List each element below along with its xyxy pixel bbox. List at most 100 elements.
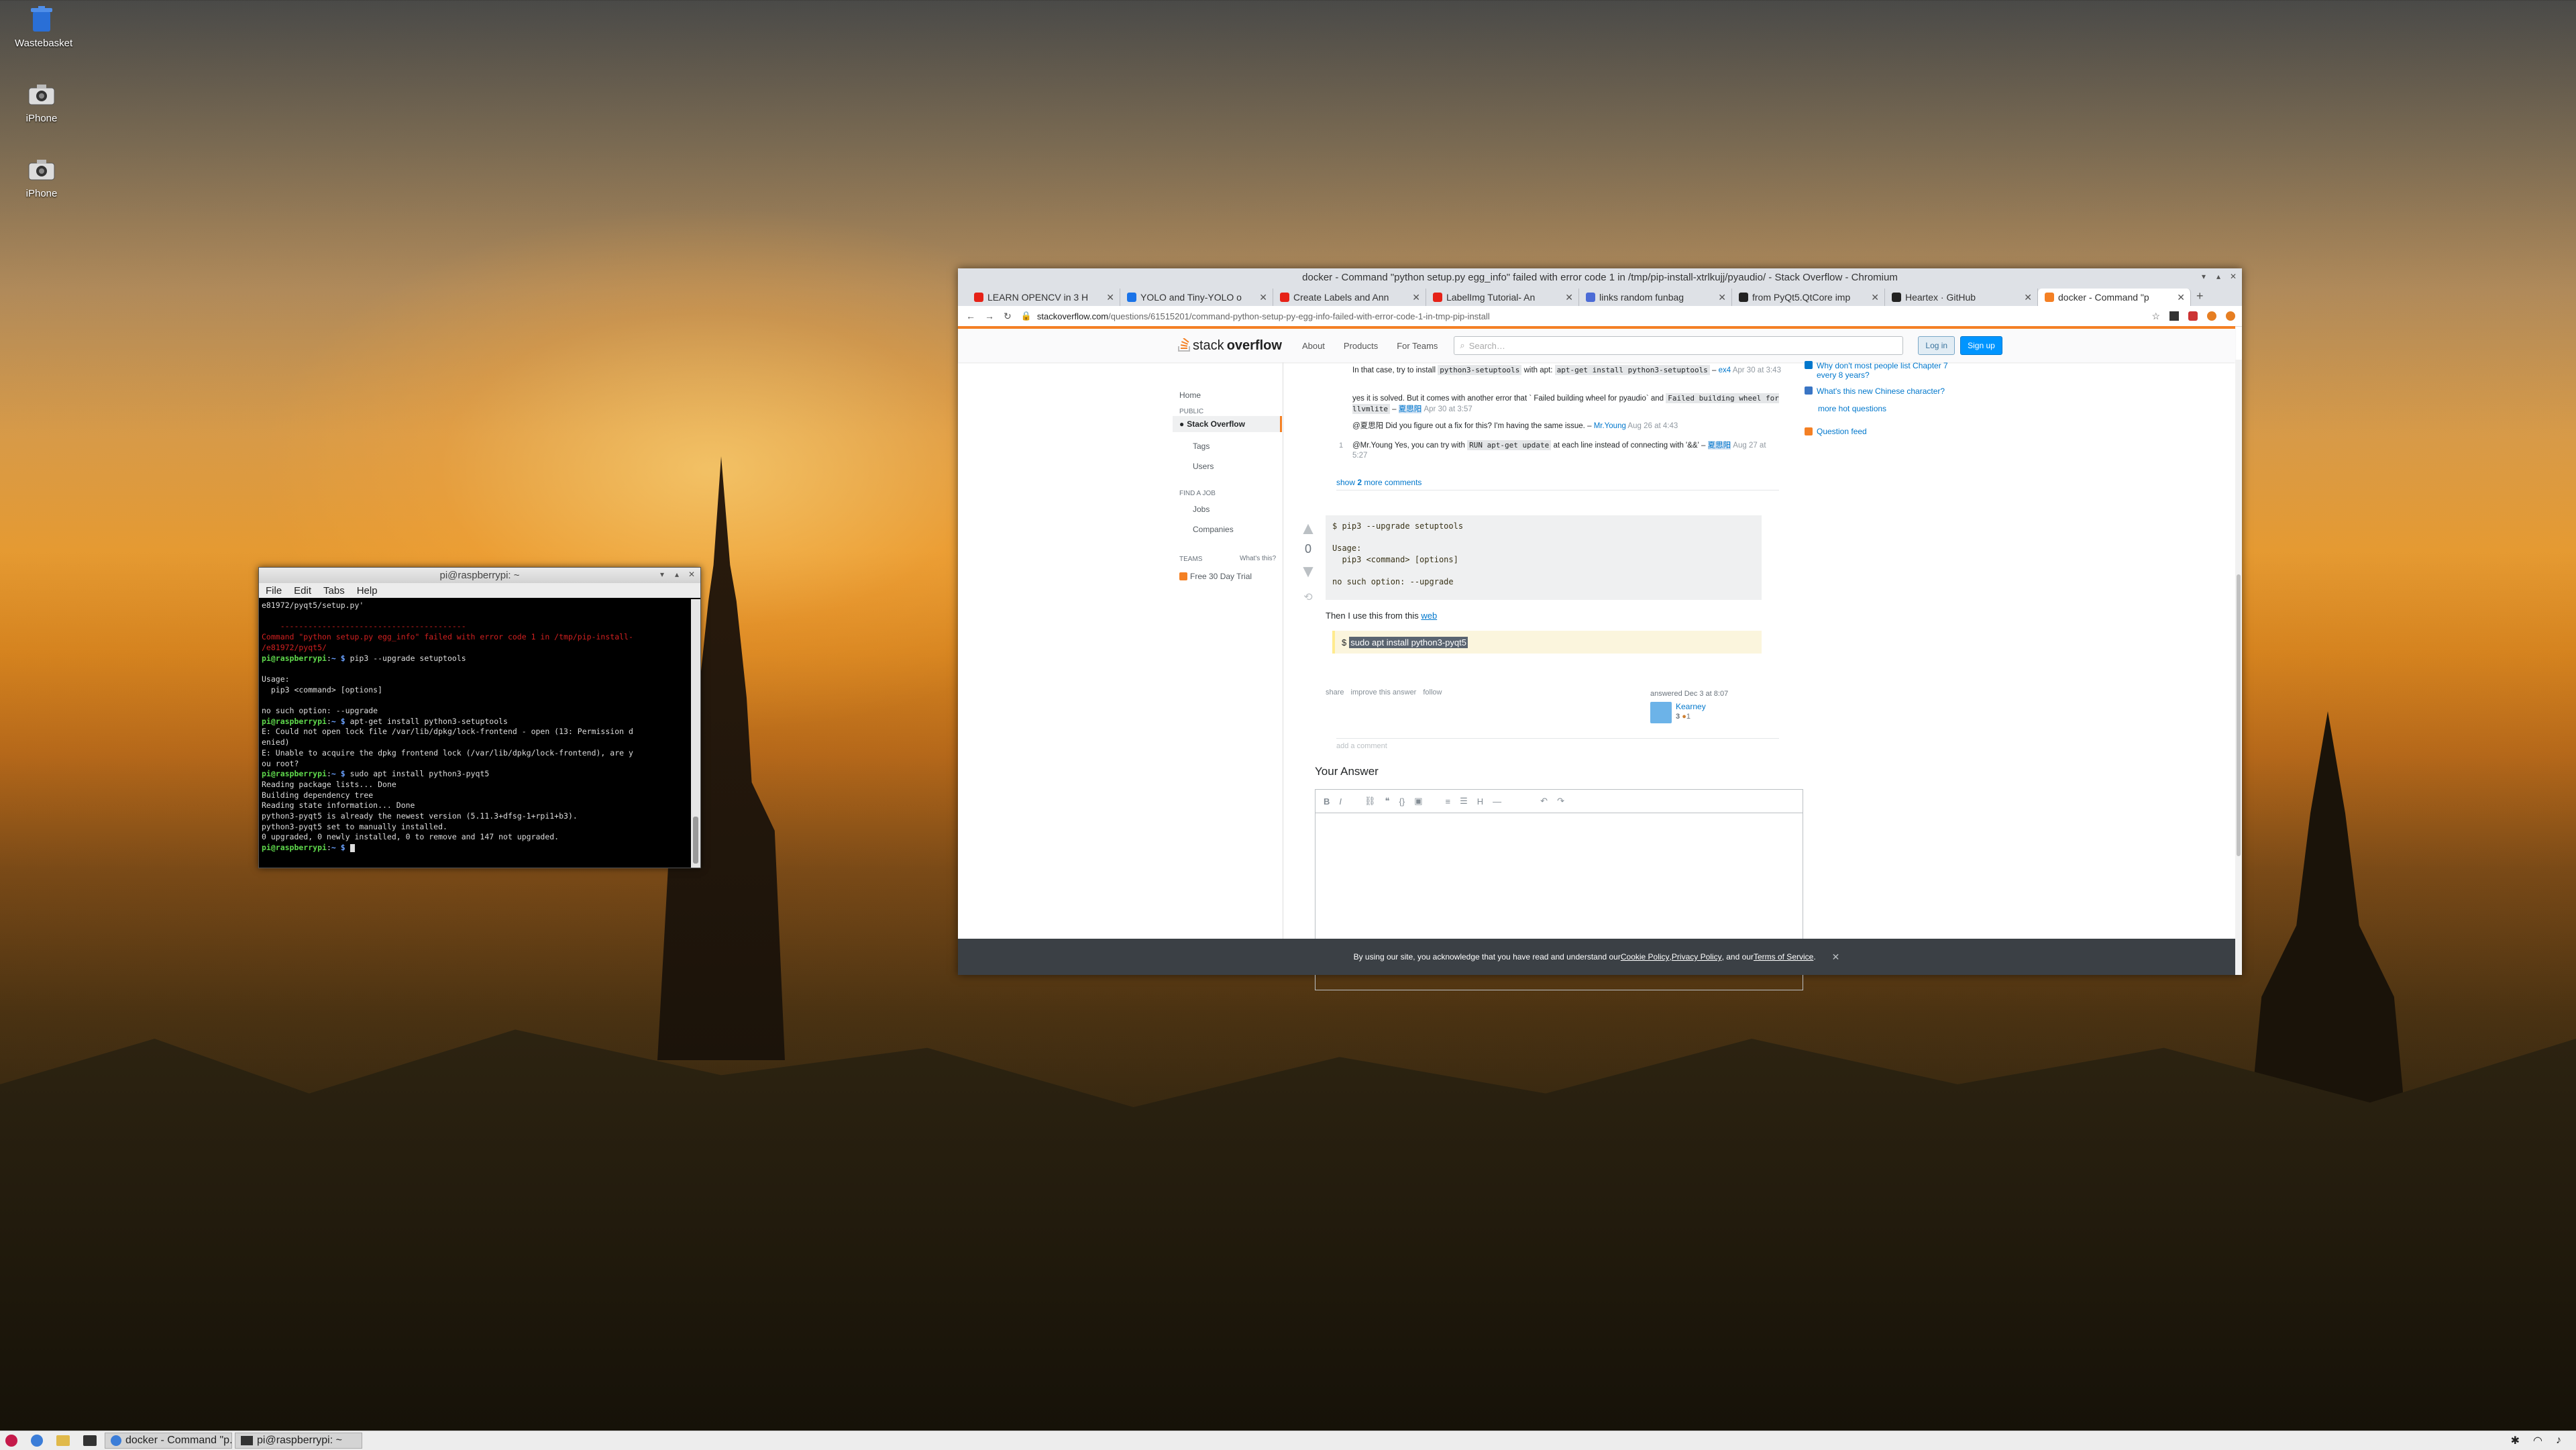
close-icon[interactable]: ✕ <box>2229 272 2238 281</box>
browser-tab[interactable]: Create Labels and Ann ✕ <box>1273 289 1426 306</box>
downvote-icon[interactable]: ▼ <box>1299 561 1318 582</box>
signup-button[interactable]: Sign up <box>1960 336 2002 355</box>
selected-command-text[interactable]: sudo apt install python3-pyqt5 <box>1349 636 1468 648</box>
desktop-icon-iphone-2[interactable]: iPhone <box>15 156 68 199</box>
taskbar-task-browser[interactable]: docker - Command "p... <box>105 1433 232 1449</box>
close-tab-icon[interactable]: ✕ <box>2024 292 2032 303</box>
privacy-policy-link[interactable]: Privacy Policy <box>1672 952 1722 962</box>
comment-user-link[interactable]: Mr.Young <box>1594 422 1626 430</box>
menu-tabs[interactable]: Tabs <box>323 585 345 597</box>
chromium-window[interactable]: docker - Command "python setup.py egg_in… <box>958 268 2242 990</box>
raspberry-menu-icon[interactable] <box>0 1433 23 1449</box>
login-button[interactable]: Log in <box>1918 336 1955 355</box>
nav-for-teams[interactable]: For Teams <box>1397 341 1438 351</box>
taskbar-task-terminal[interactable]: pi@raspberrypi: ~ <box>235 1433 362 1449</box>
add-comment-link[interactable]: add a comment <box>1336 742 1387 750</box>
extension-icon[interactable] <box>2207 311 2216 321</box>
whats-this-link[interactable]: What's this? <box>1240 555 1276 562</box>
question-feed-link[interactable]: Question feed <box>1805 427 1867 436</box>
close-icon[interactable]: ✕ <box>687 570 696 579</box>
comment-user-link[interactable]: ex4 <box>1719 366 1731 374</box>
browser-launcher-icon[interactable] <box>25 1433 48 1449</box>
answer-web-link[interactable]: web <box>1421 611 1437 621</box>
nav-home[interactable]: Home <box>1179 391 1201 400</box>
nav-companies[interactable]: Companies <box>1193 525 1234 534</box>
terminal-launcher-icon[interactable] <box>78 1433 102 1449</box>
close-tab-icon[interactable]: ✕ <box>2177 292 2185 303</box>
close-tab-icon[interactable]: ✕ <box>1871 292 1879 303</box>
back-icon[interactable]: ← <box>966 311 975 321</box>
hot-question-link[interactable]: What's this new Chinese character? <box>1817 386 1945 396</box>
star-icon[interactable]: ☆ <box>2151 311 2160 322</box>
new-tab-icon[interactable]: + <box>2196 289 2204 303</box>
search-input[interactable]: ⌕ Search… <box>1454 336 1904 355</box>
bullet-list-icon[interactable]: ☰ <box>1460 796 1468 807</box>
redo-icon[interactable]: ↷ <box>1557 796 1564 807</box>
show-more-comments-link[interactable]: show 2 more comments <box>1336 478 1421 487</box>
comment-user-link[interactable]: 夏思阳 <box>1398 405 1422 413</box>
desktop-icon-wastebasket[interactable]: Wastebasket <box>15 5 72 49</box>
follow-link[interactable]: follow <box>1423 688 1442 696</box>
more-hot-questions-link[interactable]: more hot questions <box>1818 404 1886 413</box>
heading-icon[interactable]: H <box>1477 796 1483 807</box>
answer-user-link[interactable]: Kearney <box>1676 702 1706 711</box>
address-bar[interactable]: 🔒 stackoverflow.com/questions/61515201/c… <box>1021 309 2143 323</box>
undo-icon[interactable]: ↶ <box>1540 796 1548 807</box>
cookie-policy-link[interactable]: Cookie Policy <box>1621 952 1670 962</box>
teams-trial-link[interactable]: Free 30 Day Trial <box>1179 572 1252 581</box>
browser-titlebar[interactable]: docker - Command "python setup.py egg_in… <box>958 268 2242 286</box>
file-manager-icon[interactable] <box>51 1433 75 1449</box>
hot-question-item[interactable]: Why don't most people list Chapter 7 eve… <box>1805 361 1966 380</box>
hr-icon[interactable]: — <box>1493 796 1501 807</box>
close-tab-icon[interactable]: ✕ <box>1259 292 1267 303</box>
browser-tab[interactable]: LEARN OPENCV in 3 H ✕ <box>967 289 1120 306</box>
browser-tab[interactable]: docker - Command "p ✕ <box>2038 289 2191 306</box>
terminal-titlebar[interactable]: pi@raspberrypi: ~ ▾ ▴ ✕ <box>259 568 700 583</box>
maximize-icon[interactable]: ▴ <box>672 570 682 579</box>
italic-icon[interactable]: I <box>1339 796 1342 807</box>
bold-icon[interactable]: B <box>1324 796 1330 807</box>
nav-tags[interactable]: Tags <box>1193 442 1210 451</box>
minimize-icon[interactable]: ▾ <box>2199 272 2208 281</box>
terms-link[interactable]: Terms of Service <box>1754 952 1813 962</box>
ordered-list-icon[interactable]: ≡ <box>1446 796 1451 807</box>
page-scrollbar[interactable] <box>2235 360 2242 975</box>
hot-question-item[interactable]: What's this new Chinese character? <box>1805 386 1945 396</box>
minimize-icon[interactable]: ▾ <box>657 570 667 579</box>
browser-tab[interactable]: links random funbag ✕ <box>1579 289 1732 306</box>
nav-jobs[interactable]: Jobs <box>1193 505 1210 514</box>
menu-icon[interactable] <box>2226 311 2235 321</box>
nav-about[interactable]: About <box>1302 341 1325 351</box>
menu-edit[interactable]: Edit <box>294 585 311 597</box>
share-link[interactable]: share <box>1326 688 1344 696</box>
history-icon[interactable]: ⟲ <box>1299 590 1318 604</box>
hot-question-link[interactable]: Why don't most people list Chapter 7 eve… <box>1817 361 1966 380</box>
avatar[interactable] <box>1650 702 1672 723</box>
browser-tab[interactable]: YOLO and Tiny-YOLO o ✕ <box>1120 289 1273 306</box>
quote-icon[interactable]: ❝ <box>1385 796 1390 807</box>
wifi-icon[interactable]: ◠ <box>2528 1433 2548 1449</box>
menu-file[interactable]: File <box>266 585 282 597</box>
comment-user-link[interactable]: 夏思阳 <box>1707 442 1731 450</box>
close-tab-icon[interactable]: ✕ <box>1565 292 1573 303</box>
terminal-window[interactable]: pi@raspberrypi: ~ ▾ ▴ ✕ File Edit Tabs H… <box>258 567 701 868</box>
forward-icon[interactable]: → <box>985 311 994 321</box>
close-tab-icon[interactable]: ✕ <box>1106 292 1114 303</box>
extension-icon[interactable] <box>2188 311 2198 321</box>
nav-stackoverflow[interactable]: ● Stack Overflow <box>1173 416 1282 432</box>
browser-tab[interactable]: LabelImg Tutorial- An ✕ <box>1426 289 1579 306</box>
image-icon[interactable]: ▣ <box>1414 796 1422 807</box>
menu-help[interactable]: Help <box>357 585 378 597</box>
browser-tab[interactable]: Heartex · GitHub ✕ <box>1885 289 2038 306</box>
improve-answer-link[interactable]: improve this answer <box>1351 688 1417 696</box>
close-tab-icon[interactable]: ✕ <box>1412 292 1420 303</box>
volume-icon[interactable]: ♪ <box>2551 1433 2567 1449</box>
terminal-scrollbar[interactable] <box>691 599 700 868</box>
link-icon[interactable]: ⛓ <box>1364 796 1376 807</box>
terminal-output[interactable]: e81972/pyqt5/setup.py' -----------------… <box>259 599 691 868</box>
extension-icon[interactable] <box>2169 311 2179 321</box>
browser-tab[interactable]: from PyQt5.QtCore imp ✕ <box>1732 289 1885 306</box>
so-logo[interactable]: stack overflow <box>1178 338 1282 354</box>
close-icon[interactable]: ✕ <box>1832 951 1840 963</box>
nav-products[interactable]: Products <box>1344 341 1378 351</box>
